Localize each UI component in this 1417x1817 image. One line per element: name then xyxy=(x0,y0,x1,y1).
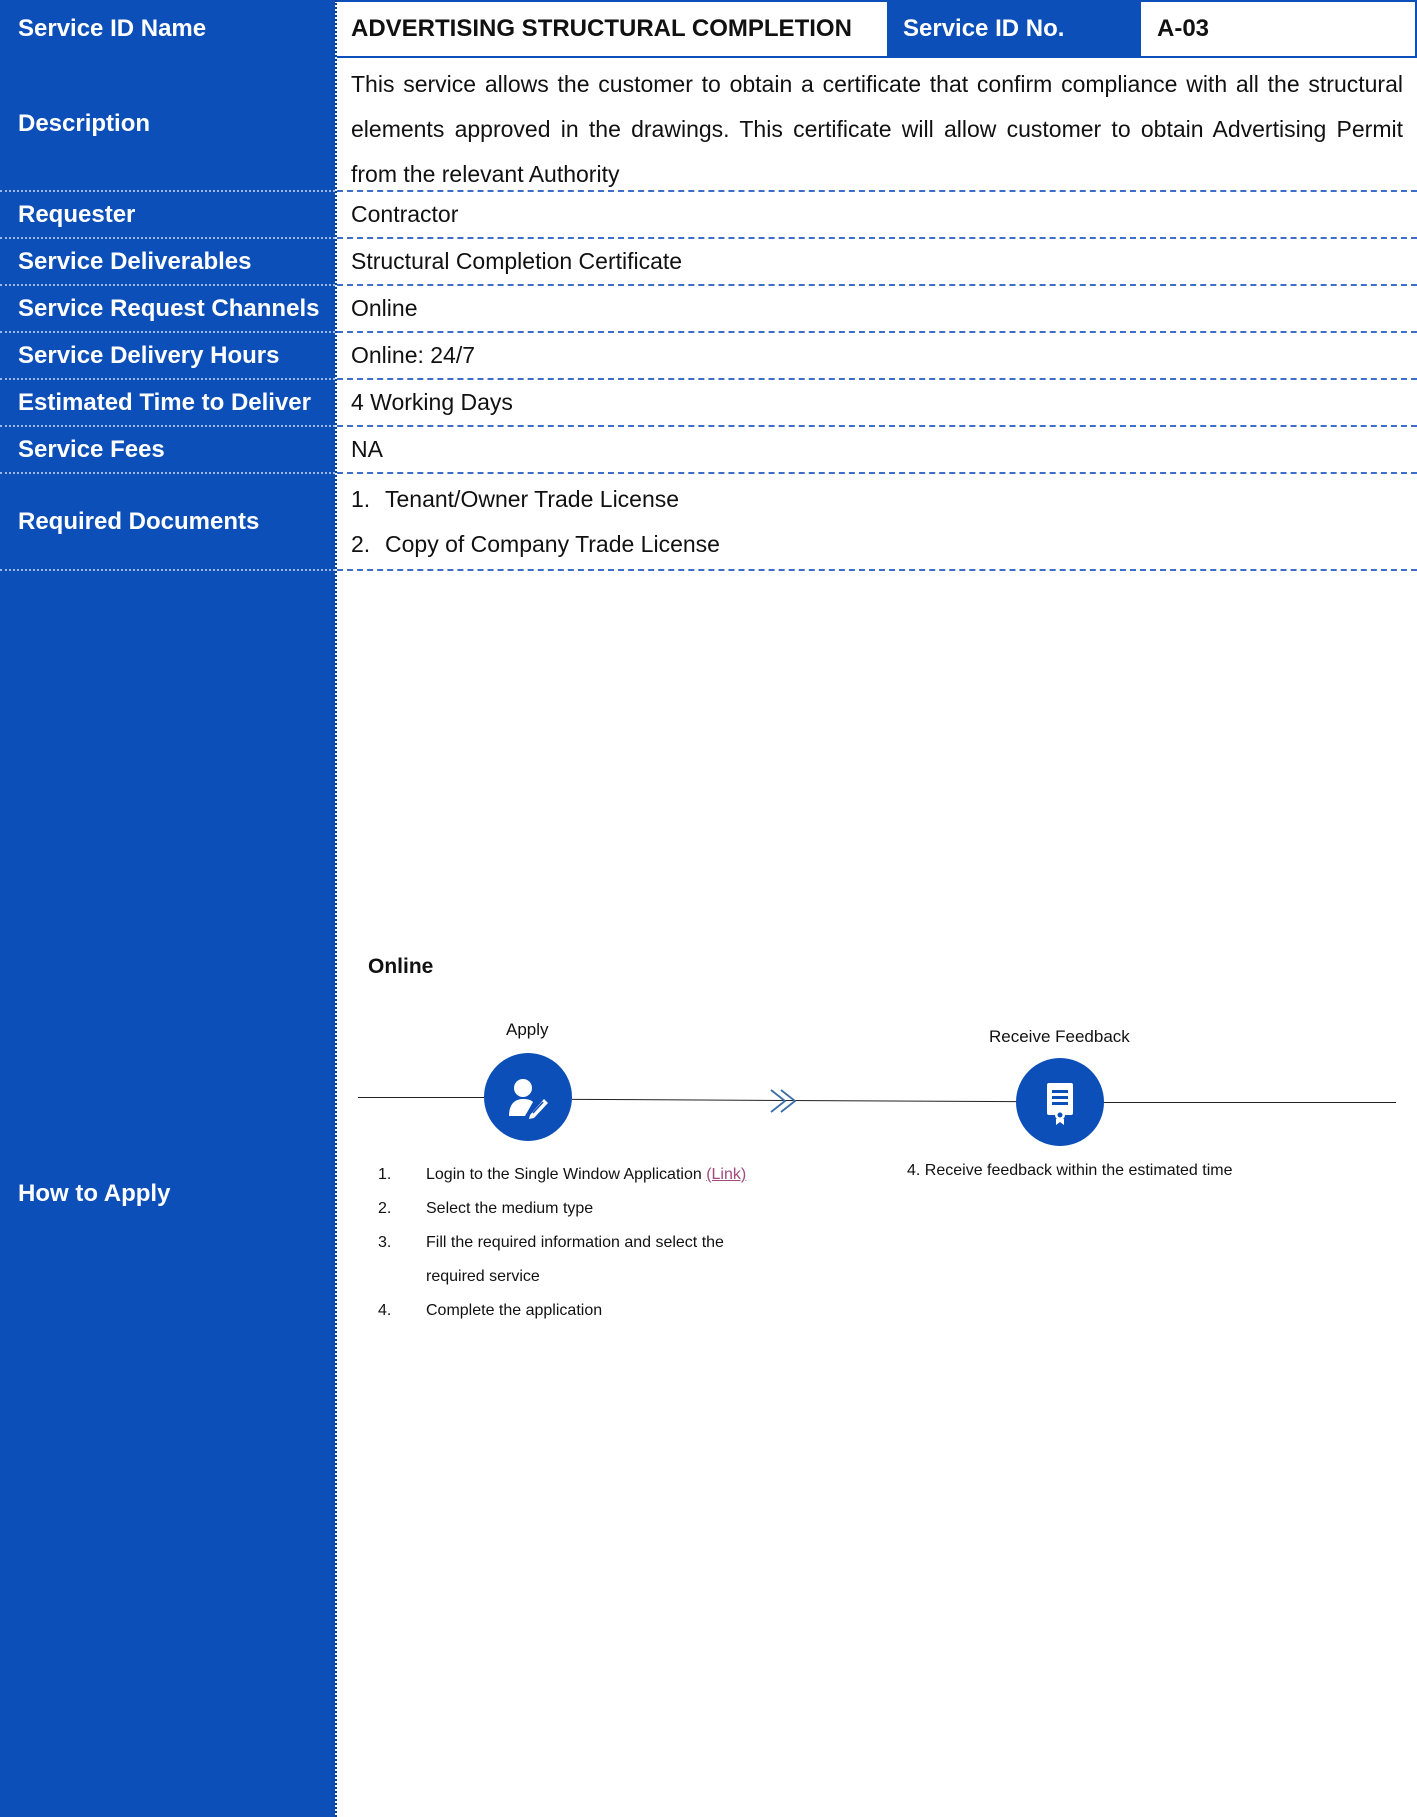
hours-value: Online: 24/7 xyxy=(337,333,1417,380)
channels-value: Online xyxy=(337,286,1417,333)
user-edit-icon xyxy=(484,1053,572,1141)
step-feedback-title: Receive Feedback xyxy=(989,1027,1130,1046)
deliverables-label: Service Deliverables xyxy=(0,239,335,286)
document-item-number: 2. xyxy=(351,530,371,557)
hours-label: Service Delivery Hours xyxy=(0,333,335,380)
step-number: 1. xyxy=(378,1166,392,1183)
fees-label: Service Fees xyxy=(0,427,335,474)
time-value: 4 Working Days xyxy=(337,380,1417,427)
service-id-name-value: ADVERTISING STRUCTURAL COMPLETION xyxy=(337,0,887,58)
service-id-name-label: Service ID Name xyxy=(0,0,335,58)
channels-label: Service Request Channels xyxy=(0,286,335,333)
document-item-text: Copy of Company Trade License xyxy=(385,530,720,557)
step-text: Login to the Single Window Application (… xyxy=(426,1158,756,1192)
step-number: 2. xyxy=(378,1200,392,1217)
flow-title: Online xyxy=(368,955,434,978)
flow-line xyxy=(358,1097,484,1098)
documents-label: Required Documents xyxy=(0,474,335,571)
step-number: 4. xyxy=(378,1302,392,1319)
list-item: 2. Select the medium type xyxy=(378,1192,756,1226)
list-item: 3. Fill the required information and sel… xyxy=(378,1226,756,1294)
document-item: 2. Copy of Company Trade License xyxy=(351,522,720,567)
flow-line xyxy=(1104,1102,1396,1103)
description-label: Description xyxy=(0,58,335,192)
step-text: Select the medium type xyxy=(426,1200,594,1217)
time-label: Estimated Time to Deliver xyxy=(0,380,335,427)
chevron-right-icon xyxy=(770,1089,797,1113)
documents-value: 1. Tenant/Owner Trade License 2. Copy of C… xyxy=(337,474,1417,571)
step-number: 3. xyxy=(378,1234,392,1251)
step-text: Complete the application xyxy=(426,1302,603,1319)
requester-value: Contractor xyxy=(337,192,1417,239)
requester-label: Requester xyxy=(0,192,335,239)
step-apply-title: Apply xyxy=(506,1020,549,1039)
service-id-no-value: A-03 xyxy=(1141,0,1417,58)
list-item: 4. Complete the application xyxy=(378,1294,756,1328)
document-item-text: Tenant/Owner Trade License xyxy=(385,485,680,512)
description-value: This service allows the customer to obta… xyxy=(337,58,1417,192)
fees-value: NA xyxy=(337,427,1417,474)
certificate-icon xyxy=(1016,1058,1104,1146)
deliverables-value: Structural Completion Certificate xyxy=(337,239,1417,286)
apply-steps-list: 1. Login to the Single Window Applicatio… xyxy=(378,1158,756,1328)
service-card: Service ID Name ADVERTISING STRUCTURAL C… xyxy=(0,0,1417,1817)
feedback-step-text: 4. Receive feedback within the estimated… xyxy=(907,1162,1233,1179)
step-text: Fill the required information and select… xyxy=(426,1234,724,1285)
document-item-number: 1. xyxy=(351,485,371,512)
single-window-link[interactable]: (Link) xyxy=(706,1166,746,1183)
how-to-apply-label: How to Apply xyxy=(18,1180,171,1207)
list-item: 1. Login to the Single Window Applicatio… xyxy=(378,1158,756,1192)
step-text-content: Login to the Single Window Application xyxy=(426,1166,702,1183)
service-id-no-label: Service ID No. xyxy=(887,0,1141,58)
document-item: 1. Tenant/Owner Trade License xyxy=(351,477,679,522)
